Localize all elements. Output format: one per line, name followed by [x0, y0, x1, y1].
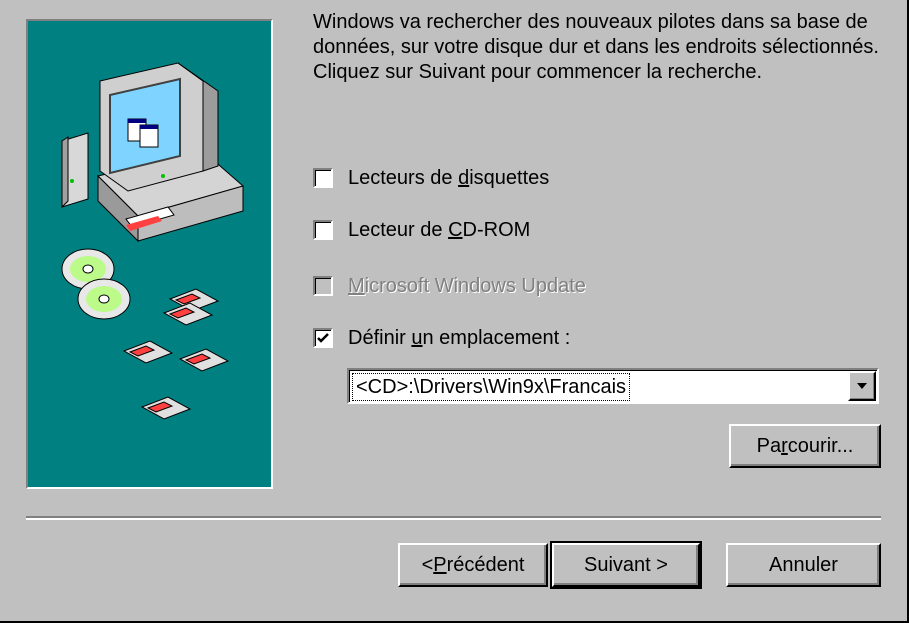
checkbox-box[interactable] [313, 168, 333, 188]
specify-location-checkbox[interactable]: Définir un emplacement : [313, 324, 570, 352]
windows-update-label: Microsoft Windows Update [348, 274, 586, 297]
dropdown-arrow-icon [857, 383, 867, 389]
browse-button[interactable]: Pa r courir... [729, 424, 881, 468]
separator [26, 516, 881, 520]
location-dropdown-button[interactable] [848, 371, 876, 401]
checkbox-box[interactable] [313, 328, 333, 348]
wizard-illustration [26, 19, 273, 489]
location-value[interactable]: <CD>:\Drivers\Win9x\Francais [352, 373, 631, 401]
checkbox-box[interactable] [313, 220, 333, 240]
computer-and-disks-illustration [61, 62, 245, 420]
back-button[interactable]: < Précédent [398, 543, 548, 587]
intro-text: Windows va rechercher des nouveaux pilot… [313, 11, 879, 83]
floppy-drives-label: Lecteurs de disquettes [348, 166, 550, 189]
wizard-window: Windows va rechercher des nouveaux pilot… [0, 0, 909, 623]
cdrom-drive-label: Lecteur de CD-ROM [348, 218, 531, 241]
next-button[interactable]: Suivant > [550, 541, 702, 589]
specify-location-label: Définir un emplacement : [348, 326, 571, 349]
checkmark-icon [317, 333, 329, 343]
location-combobox[interactable]: <CD>:\Drivers\Win9x\Francais [347, 368, 879, 404]
floppy-drives-checkbox[interactable]: Lecteurs de disquettes [313, 164, 549, 192]
cdrom-drive-checkbox[interactable]: Lecteur de CD-ROM [313, 216, 530, 244]
checkbox-box [313, 276, 333, 296]
windows-update-checkbox: Microsoft Windows Update [313, 272, 586, 300]
cancel-button[interactable]: Annuler [726, 543, 881, 587]
